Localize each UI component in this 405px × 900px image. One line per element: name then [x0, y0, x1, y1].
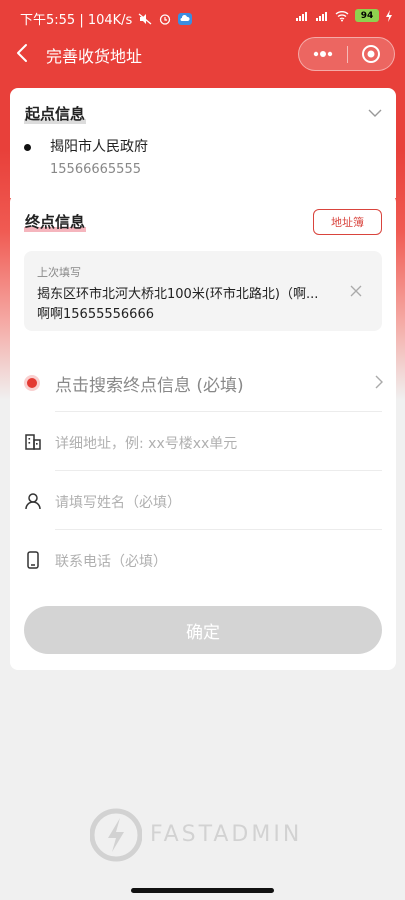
search-destination-placeholder: 点击搜索终点信息 (必填) — [55, 376, 244, 396]
chevron-right-icon — [375, 375, 383, 389]
row-divider — [55, 529, 382, 530]
phone-input[interactable]: 联系电话（必填） — [55, 551, 167, 571]
last-fill-address: 揭东区环市北河大桥北100米(环市北路北)（啊... — [37, 287, 319, 302]
user-icon — [25, 493, 41, 510]
chevron-down-icon[interactable] — [368, 108, 382, 118]
detail-address-input[interactable]: 详细地址，例: xx号楼xx单元 — [55, 433, 237, 453]
battery-level: 94 — [355, 9, 379, 22]
building-icon — [25, 434, 41, 450]
fastadmin-logo-icon — [90, 808, 142, 862]
back-icon[interactable] — [14, 42, 32, 64]
start-info-card: 起点信息 揭阳市人民政府 15566665555 — [10, 88, 396, 198]
mini-program-capsule — [298, 37, 395, 71]
start-section-title: 起点信息 — [24, 103, 87, 124]
wifi-icon — [335, 10, 349, 21]
status-time: 下午5:55 | 104K/s — [20, 13, 133, 28]
phone-row[interactable]: 联系电话（必填） — [10, 531, 396, 589]
watermark: FASTADMIN — [90, 808, 350, 864]
signal-icon — [296, 11, 307, 21]
last-fill-card[interactable]: 上次填写 揭东区环市北河大桥北100米(环市北路北)（啊... 啊啊156555… — [24, 251, 382, 331]
target-circle-icon[interactable] — [361, 44, 381, 64]
status-bar: 下午5:55 | 104K/s 94 — [0, 0, 405, 34]
alarm-icon — [160, 13, 171, 25]
cloud-icon — [178, 12, 193, 25]
name-row[interactable]: 请填写姓名（必填） — [10, 472, 396, 530]
end-point-dot — [27, 378, 37, 388]
page-title: 完善收货地址 — [46, 47, 143, 66]
close-icon[interactable] — [350, 285, 362, 297]
status-right: 94 — [295, 9, 393, 22]
more-dots-icon[interactable] — [311, 46, 335, 62]
phone-icon — [27, 551, 39, 569]
start-point-dot — [24, 144, 31, 151]
home-indicator[interactable] — [131, 888, 274, 893]
start-phone: 15566665555 — [50, 162, 141, 177]
charging-icon — [386, 9, 392, 22]
row-divider — [55, 470, 382, 471]
row-divider — [55, 411, 382, 412]
watermark-text: FASTADMIN — [150, 822, 303, 847]
signal-icon — [316, 11, 327, 21]
confirm-button[interactable]: 确定 — [24, 606, 382, 654]
status-left: 下午5:55 | 104K/s — [20, 9, 193, 28]
end-info-card: 终点信息 地址簿 上次填写 揭东区环市北河大桥北100米(环市北路北)（啊...… — [10, 194, 396, 670]
start-place-name: 揭阳市人民政府 — [50, 139, 148, 155]
address-book-button[interactable]: 地址簿 — [313, 209, 382, 235]
mute-icon — [138, 13, 152, 24]
last-fill-label: 上次填写 — [37, 266, 81, 279]
navigation-bar: 完善收货地址 — [0, 34, 405, 74]
last-fill-phone: 啊啊15655556666 — [37, 307, 154, 322]
detail-address-row[interactable]: 详细地址，例: xx号楼xx单元 — [10, 413, 396, 471]
search-destination-row[interactable]: 点击搜索终点信息 (必填) — [10, 354, 396, 412]
name-input[interactable]: 请填写姓名（必填） — [55, 492, 181, 512]
capsule-divider — [347, 46, 348, 63]
end-section-title: 终点信息 — [24, 211, 87, 232]
